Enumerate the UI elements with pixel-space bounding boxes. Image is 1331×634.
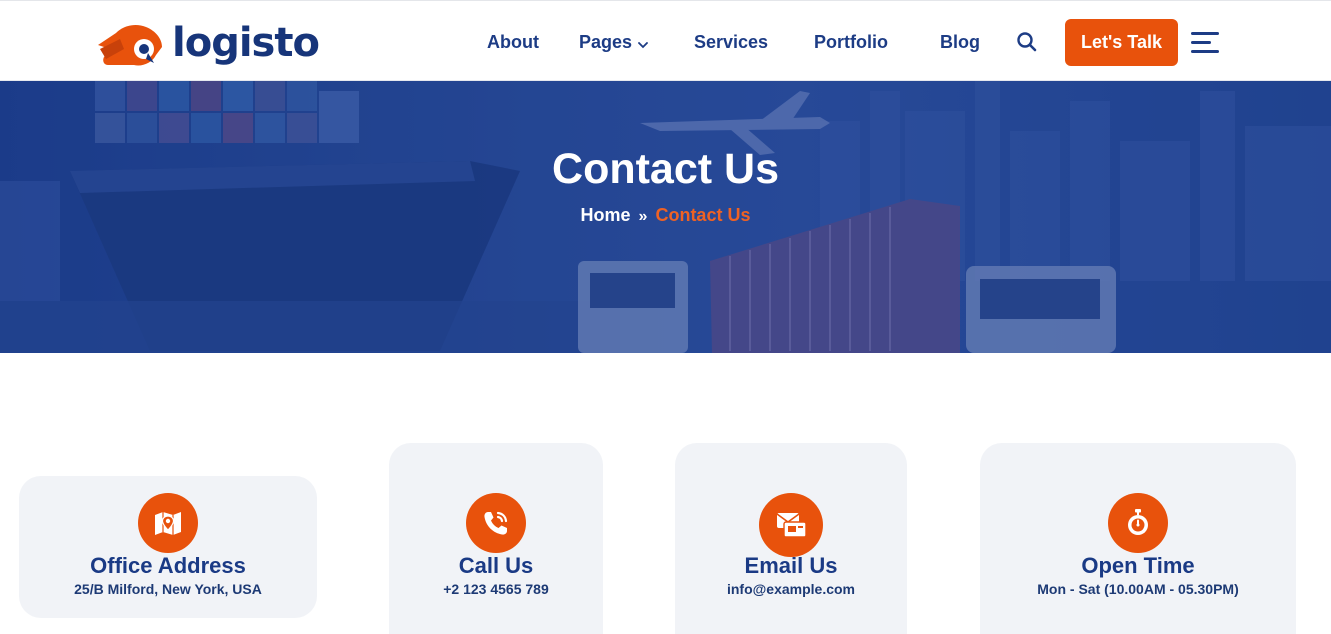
stopwatch-icon xyxy=(1108,493,1168,553)
phone-call-icon xyxy=(466,493,526,553)
page-hero: Contact Us Home » Contact Us xyxy=(0,81,1331,353)
card-subtitle: Mon - Sat (10.00AM - 05.30PM) xyxy=(1037,581,1239,597)
breadcrumb-separator-icon: » xyxy=(638,208,648,225)
site-header: logisto About Pages Services Portfolio B… xyxy=(0,0,1331,81)
logo[interactable]: logisto xyxy=(96,15,320,71)
breadcrumb: Home » Contact Us xyxy=(0,203,1331,229)
hamburger-menu-icon[interactable] xyxy=(1191,31,1221,55)
chevron-down-icon xyxy=(638,31,648,55)
logo-mark-icon xyxy=(98,25,162,66)
map-pin-icon xyxy=(138,493,198,553)
breadcrumb-current: Contact Us xyxy=(655,205,751,225)
card-subtitle: info@example.com xyxy=(726,581,856,597)
card-title: Email Us xyxy=(744,553,838,578)
card-subtitle: 25/B Milford, New York, USA xyxy=(74,581,262,597)
logo-wordmark: logisto xyxy=(172,20,320,66)
card-title: Office Address xyxy=(90,553,246,578)
contact-card-call-us: Call Us +2 123 4565 789 xyxy=(389,443,603,634)
nav-item-about[interactable]: About xyxy=(487,30,539,54)
nav-item-portfolio[interactable]: Portfolio xyxy=(814,30,888,54)
search-icon[interactable] xyxy=(1016,31,1038,53)
nav-item-services[interactable]: Services xyxy=(694,30,768,54)
card-title: Open Time xyxy=(1081,553,1195,578)
page-title: Contact Us xyxy=(552,145,779,193)
contact-card-office-address: Office Address 25/B Milford, New York, U… xyxy=(19,476,317,618)
nav-item-pages[interactable]: Pages xyxy=(579,30,648,55)
envelope-icon xyxy=(759,493,823,557)
card-title: Call Us xyxy=(458,553,534,578)
breadcrumb-home-link[interactable]: Home xyxy=(581,205,631,225)
contact-card-open-time: Open Time Mon - Sat (10.00AM - 05.30PM) xyxy=(980,443,1296,634)
card-subtitle: +2 123 4565 789 xyxy=(443,581,549,597)
contact-card-email-us: Email Us info@example.com xyxy=(675,443,907,634)
nav-item-blog[interactable]: Blog xyxy=(940,30,980,54)
nav-item-pages-label: Pages xyxy=(579,32,633,52)
lets-talk-button[interactable]: Let's Talk xyxy=(1065,19,1178,66)
